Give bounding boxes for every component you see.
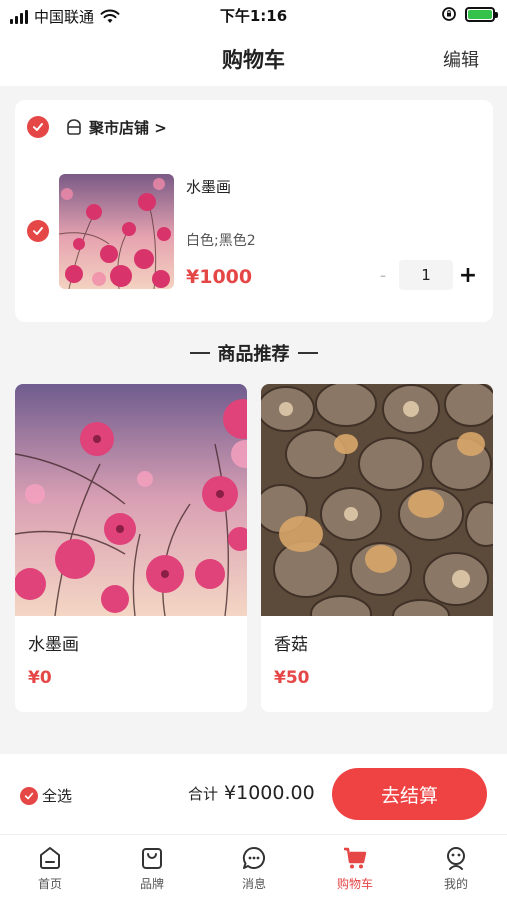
shop-checkbox[interactable]: [27, 116, 49, 138]
total-value: ¥1000.00: [224, 782, 315, 804]
tab-messages[interactable]: 消息: [219, 845, 289, 892]
cart-item-price: ¥1000: [186, 266, 253, 288]
tab-bar: 首页 品牌 消息 购物车 我的: [0, 834, 507, 900]
cart-card: 聚市店铺 > 水墨画 白色;黑色2 ¥1000 - 1 +: [15, 100, 493, 322]
divider: [297, 352, 318, 354]
quantity-field[interactable]: 1: [399, 260, 453, 290]
cart-icon: [344, 847, 367, 869]
battery-icon: [465, 6, 498, 22]
message-icon: [242, 846, 265, 869]
shop-row: 聚市店铺 >: [27, 116, 167, 138]
tab-brand[interactable]: 品牌: [117, 845, 187, 892]
shop-name-link[interactable]: 聚市店铺 >: [89, 117, 167, 138]
select-all-checkbox[interactable]: [20, 786, 38, 805]
rotation-lock-icon: [442, 7, 456, 21]
select-all-label: 全选: [42, 787, 73, 805]
cart-item-name: 水墨画: [186, 178, 232, 196]
status-right: [441, 6, 498, 22]
product-name: 水墨画: [28, 635, 79, 655]
bag-icon: [142, 848, 162, 869]
flower-image: [59, 174, 174, 289]
increase-button[interactable]: +: [453, 263, 483, 288]
quantity-stepper: - 1 +: [371, 260, 483, 290]
total-label: 合计: [188, 785, 219, 803]
tab-home[interactable]: 首页: [15, 845, 85, 892]
select-all-toggle[interactable]: 全选: [20, 785, 72, 806]
item-checkbox[interactable]: [27, 220, 49, 242]
tab-profile[interactable]: 我的: [421, 845, 491, 892]
tab-label: 购物车: [336, 877, 373, 891]
profile-icon: [447, 847, 465, 870]
cart-item-spec: 白色;黑色2: [186, 233, 256, 249]
product-name: 香菇: [274, 635, 308, 655]
checkout-button[interactable]: 去结算: [332, 768, 487, 820]
checkmark-icon: [33, 227, 43, 235]
checkmark-icon: [33, 123, 43, 131]
tab-label: 我的: [443, 877, 468, 891]
recommend-title: 商品推荐: [217, 344, 290, 365]
tab-label: 首页: [37, 877, 62, 891]
shop-icon: [67, 119, 81, 135]
divider: [189, 352, 210, 354]
nav-bar: 购物车 编辑: [0, 30, 507, 86]
tab-cart[interactable]: 购物车: [320, 845, 390, 892]
mushroom-image: [261, 384, 493, 616]
total-summary: 合计 ¥1000.00: [188, 782, 315, 804]
home-icon: [40, 847, 60, 869]
checkout-bar: 全选 合计 ¥1000.00 去结算: [0, 754, 507, 834]
tab-label: 品牌: [139, 877, 164, 891]
product-card[interactable]: 香菇 ¥50: [261, 384, 493, 712]
product-price: ¥0: [28, 668, 52, 688]
status-time: 下午1:16: [219, 7, 288, 25]
edit-button[interactable]: 编辑: [443, 46, 479, 72]
checkmark-icon: [24, 792, 34, 799]
decrease-button[interactable]: -: [371, 265, 395, 286]
product-card[interactable]: 水墨画 ¥0: [15, 384, 247, 712]
tab-label: 消息: [241, 877, 266, 891]
product-price: ¥50: [274, 668, 310, 688]
recommend-header: 商品推荐: [0, 340, 507, 366]
cart-item-image[interactable]: [59, 174, 174, 289]
flower-image: [15, 384, 247, 616]
status-bar: 中国联通 下午1:16: [0, 0, 507, 30]
page-title: 购物车: [222, 48, 285, 72]
